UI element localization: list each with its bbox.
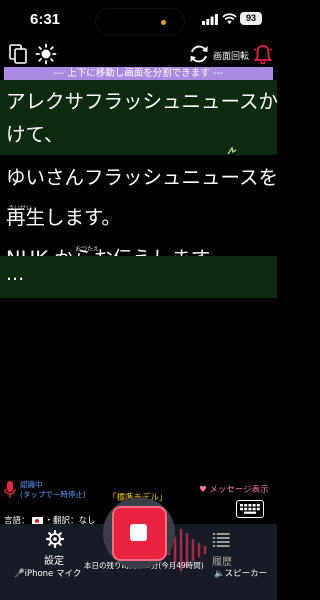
speaker-icon: 🔈: [214, 569, 225, 579]
keyboard-keys: [240, 504, 260, 514]
wifi-icon: [222, 13, 237, 25]
keyboard-icon[interactable]: [236, 500, 264, 518]
status-bar: 6:31 93: [0, 0, 277, 40]
transcript-pending: ...: [6, 263, 25, 285]
mic-small-icon: 🎤: [14, 569, 25, 579]
transcript-line: けて、: [6, 122, 64, 146]
dynamic-island: [95, 8, 185, 35]
transcript-block-1: アレクサフラッシュニュースか けて、: [0, 80, 279, 155]
speaker-button[interactable]: 🔈スピーカー: [214, 567, 267, 579]
rotate-label[interactable]: 画面回転: [213, 49, 249, 62]
transcript-block-2: ゆいさんフラッシュニュースを さいせい 再生します。 おつたえ NHK からお伝…: [0, 155, 279, 268]
stop-icon: [130, 524, 147, 541]
transcript-panel[interactable]: アレクサフラッシュニュースか けて、 ゆいさんフラッシュニュースを さいせい 再…: [0, 80, 279, 325]
top-toolbar: 画面回転: [0, 40, 277, 67]
recognition-text: 認識中 (タップで一時停止): [20, 480, 86, 499]
transcript-line: アレクサフラッシュニュースか: [6, 90, 279, 113]
transcript-block-3: ...: [0, 256, 277, 298]
history-list-icon[interactable]: [212, 532, 230, 548]
mic-source-button[interactable]: 🎤iPhone マイク: [14, 567, 81, 579]
settings-button[interactable]: 設定: [44, 552, 64, 567]
battery-indicator: 93: [240, 12, 262, 25]
status-time: 6:31: [30, 11, 61, 28]
copy-icon[interactable]: [7, 43, 29, 65]
history-button[interactable]: 履歴: [212, 553, 232, 568]
rotate-icon[interactable]: [188, 43, 210, 65]
transcript-line-with-ruby: さいせい 再生します。: [6, 205, 277, 228]
split-screen-banner[interactable]: --- 上下に移動し画面を分割できます ---: [4, 67, 273, 80]
transcript-line: ゆいさんフラッシュニュースを: [6, 166, 279, 189]
microphone-icon[interactable]: [4, 481, 16, 499]
bell-alert-icon[interactable]: [252, 43, 274, 65]
brightness-icon[interactable]: [35, 43, 57, 65]
privacy-indicator-dot: [161, 20, 166, 25]
heart-icon: ♥: [199, 485, 207, 495]
gear-icon[interactable]: [46, 530, 64, 548]
show-message-toggle[interactable]: ♥ メッセージ表示: [199, 483, 269, 495]
cellular-signal-icon: [202, 14, 218, 25]
ruby-annotation: さいせい: [8, 204, 33, 212]
